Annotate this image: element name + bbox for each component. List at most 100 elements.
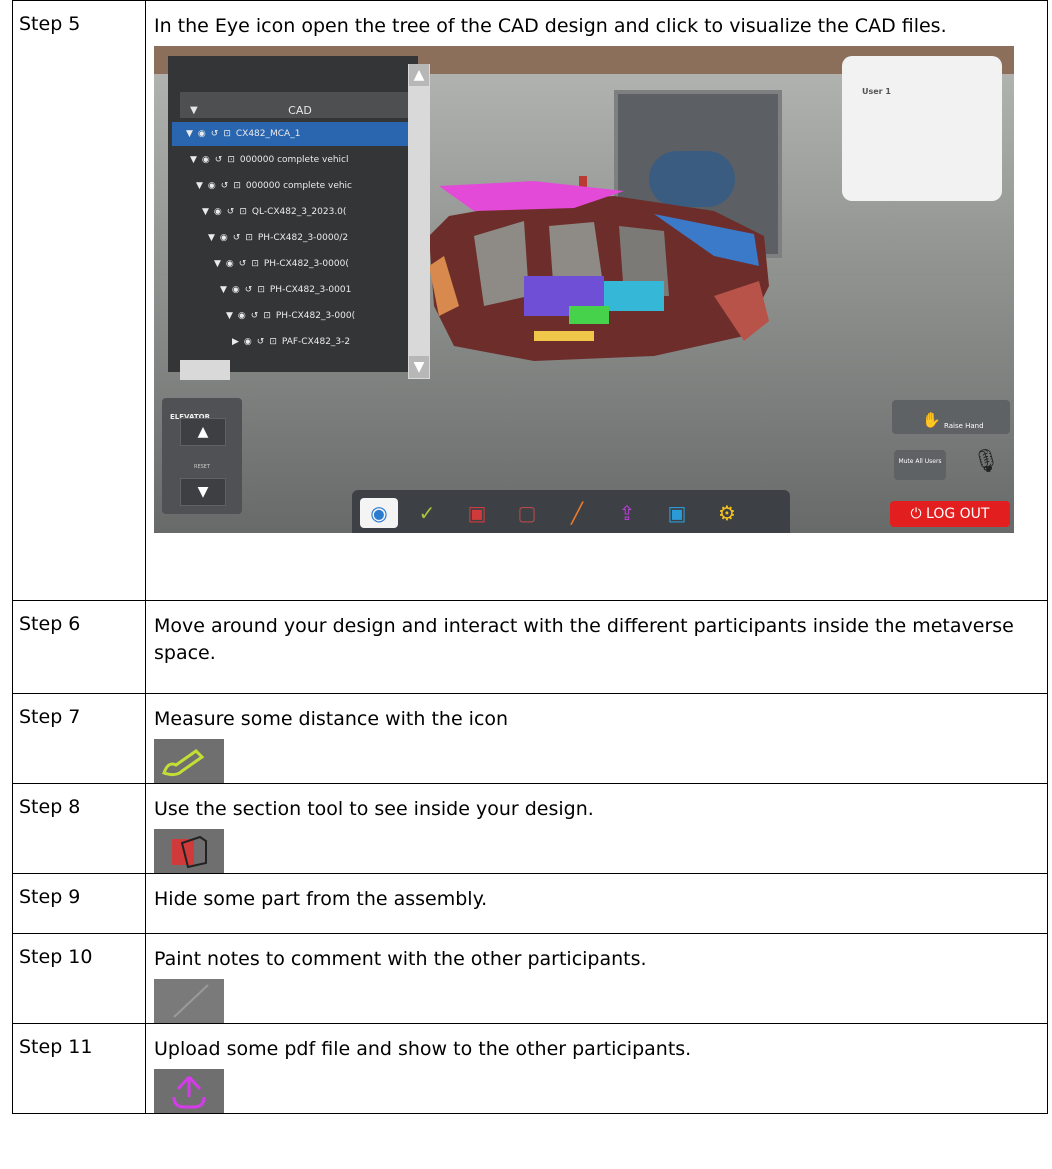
step-description: Use the section tool to see inside your … [145,783,1048,874]
user-panel: User 1 [842,56,1002,201]
step-row: Step 11 Upload some pdf file and show to… [12,1023,1048,1114]
step-row: Step 7 Measure some distance with the ic… [12,693,1048,784]
steps-table: Step 5 In the Eye icon open the tree of … [12,0,1048,1114]
step-text: Paint notes to comment with the other pa… [154,948,647,970]
tree-item[interactable]: ▶ ◉ ↺ ⊡ PAF-CX482_3-2 [232,330,404,354]
car-body-model[interactable] [414,156,794,376]
tree-item[interactable]: ▼ ◉ ↺ ⊡ PH-CX482_3-0000( [214,252,404,276]
eye-icon[interactable]: ◉ [208,174,216,198]
cad-tree-panel: ▼ CAD ▼ ◉ ↺ ⊡ CX482_MCA_1 ▼ ◉ ↺ ⊡ 000000 complet… [168,56,430,380]
app-screenshot: ▼ CAD ▼ ◉ ↺ ⊡ CX482_MCA_1 ▼ ◉ ↺ ⊡ 000000 complet… [154,46,1014,533]
step-text: Measure some distance with the icon [154,708,509,730]
main-toolbar: ◉ ✓ ▣ ▢ ╱ ⇪ ▣ ⚙ [352,490,790,533]
upload-icon [154,1069,224,1113]
elevator-up-button[interactable]: ▲ [180,418,226,446]
collapse-icon: ▼ [190,155,197,165]
step-row: Step 8 Use the section tool to see insid… [12,783,1048,874]
lock-icon[interactable]: ⊡ [239,200,247,224]
undo-icon[interactable]: ↺ [215,148,223,172]
measure-tape-icon [154,739,224,783]
undo-icon[interactable]: ↺ [227,200,235,224]
step-text: Upload some pdf file and show to the oth… [154,1038,692,1060]
hand-icon: ✋ [922,411,941,429]
step-label: Step 7 [12,693,146,784]
step-row: Step 5 In the Eye icon open the tree of … [12,0,1048,601]
tree-header[interactable]: ▼ CAD [180,92,410,118]
tree-header-label: CAD [288,104,312,117]
lock-icon[interactable]: ⊡ [263,304,271,328]
step-text: Use the section tool to see inside your … [154,798,594,820]
undo-icon[interactable]: ↺ [239,252,247,276]
lock-icon[interactable]: ⊡ [269,330,277,354]
eye-icon[interactable]: ◉ [198,122,206,146]
step-label: Step 11 [12,1023,146,1114]
tree-item-label: QL-CX482_3_2023.0( [251,207,347,217]
upload-icon[interactable]: ⇪ [608,498,646,528]
collapse-icon: ▼ [208,233,215,243]
collapse-icon: ▼ [202,207,209,217]
paint-brush-icon [154,979,224,1023]
horizontal-scrollbar[interactable] [180,360,230,380]
scroll-down-icon[interactable]: ▼ [409,356,429,378]
logout-button[interactable]: ⏻ LOG OUT [890,501,1010,527]
mute-all-button[interactable]: Mute All Users [894,450,946,480]
section-cube-icon[interactable]: ▣ [458,498,496,528]
tree-item[interactable]: ▼ ◉ ↺ ⊡ 000000 complete vehicl [190,148,404,172]
collapse-icon: ▼ [214,259,221,269]
elevator-reset-button[interactable]: RESET [180,454,224,481]
undo-icon[interactable]: ↺ [211,122,219,146]
tree-item-label: PH-CX482_3-0001 [269,285,352,295]
tree-item[interactable]: ▼ ◉ ↺ ⊡ PH-CX482_3-000( [226,304,404,328]
lock-icon[interactable]: ⊡ [223,122,231,146]
eye-icon[interactable]: ◉ [244,330,252,354]
tree-item[interactable]: ▼ ◉ ↺ ⊡ CX482_MCA_1 [172,122,408,146]
power-icon: ⏻ [910,506,922,522]
lock-icon[interactable]: ⊡ [251,252,259,276]
camera-icon[interactable]: ▣ [658,498,696,528]
undo-icon[interactable]: ↺ [245,278,253,302]
lock-icon[interactable]: ⊡ [227,148,235,172]
mute-all-label: Mute All Users [898,458,942,465]
scroll-up-icon[interactable]: ▲ [409,64,429,86]
eye-icon[interactable]: ◉ [238,304,246,328]
tree-item-label: CX482_MCA_1 [235,129,301,139]
settings-gear-icon[interactable]: ⚙ [708,498,746,528]
paint-brush-icon[interactable]: ╱ [558,498,596,528]
undo-icon[interactable]: ↺ [257,330,265,354]
collapse-icon: ▼ [226,311,233,321]
logout-label: LOG OUT [926,506,990,522]
step-row: Step 9 Hide some part from the assembly. [12,873,1048,934]
collapse-icon: ▼ [186,129,193,139]
lock-icon[interactable]: ⊡ [257,278,265,302]
undo-icon[interactable]: ↺ [221,174,229,198]
raise-hand-button[interactable]: ✋ Raise Hand [892,400,1010,434]
step-label: Step 8 [12,783,146,874]
section-cube-icon [154,829,224,873]
tree-item-label: 000000 complete vehic [245,181,353,191]
step-text: Move around your design and interact wit… [145,600,1048,694]
undo-icon[interactable]: ↺ [233,226,241,250]
tree-item-label: 000000 complete vehicl [239,155,349,165]
step-description: Measure some distance with the icon [145,693,1048,784]
eye-icon[interactable]: ◉ [360,498,398,528]
tree-item[interactable]: ▼ ◉ ↺ ⊡ QL-CX482_3_2023.0( [202,200,404,224]
hide-part-icon[interactable]: ▢ [508,498,546,528]
eye-icon[interactable]: ◉ [232,278,240,302]
elevator-down-button[interactable]: ▼ [180,478,226,506]
eye-icon[interactable]: ◉ [226,252,234,276]
eye-icon[interactable]: ◉ [214,200,222,224]
tree-item[interactable]: ▼ ◉ ↺ ⊡ PH-CX482_3-0000/2 [208,226,404,250]
step-row: Step 6 Move around your design and inter… [12,600,1048,694]
measure-tape-icon[interactable]: ✓ [408,498,446,528]
tree-item[interactable]: ▼ ◉ ↺ ⊡ PH-CX482_3-0001 [220,278,404,302]
lock-icon[interactable]: ⊡ [245,226,253,250]
microphone-icon[interactable]: 🎙 [972,448,1000,475]
eye-icon[interactable]: ◉ [220,226,228,250]
user-label: User 1 [862,87,891,96]
elevator-panel: ELEVATOR ▲ RESET ▼ [162,398,242,514]
tree-item[interactable]: ▼ ◉ ↺ ⊡ 000000 complete vehic [196,174,404,198]
lock-icon[interactable]: ⊡ [233,174,241,198]
tree-scrollbar[interactable] [408,64,430,379]
undo-icon[interactable]: ↺ [251,304,259,328]
eye-icon[interactable]: ◉ [202,148,210,172]
